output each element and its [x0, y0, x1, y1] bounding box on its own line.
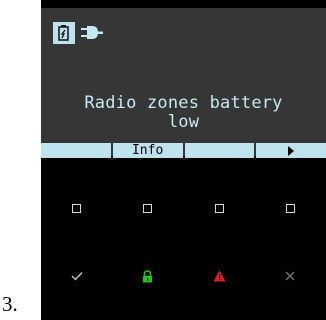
softkey-1[interactable] — [41, 143, 111, 158]
keypad-led-row — [41, 200, 326, 216]
lcd-screen: Radio zones battery low Info — [41, 8, 326, 158]
lock-icon — [143, 269, 153, 282]
softkey-info[interactable]: Info — [112, 143, 183, 158]
square-led-icon — [143, 203, 153, 213]
power-plug-icon — [79, 22, 105, 44]
square-led-icon — [285, 203, 295, 213]
warning-icon — [213, 270, 226, 282]
check-icon — [71, 272, 83, 281]
close-icon — [285, 271, 295, 281]
keypad-device: Radio zones battery low Info — [41, 0, 326, 320]
message-line-1: Radio zones battery — [84, 93, 283, 113]
square-led-icon — [214, 203, 224, 213]
square-led-icon — [72, 203, 82, 213]
device-battery-icon — [53, 22, 75, 44]
status-indicator-row — [41, 268, 326, 284]
softkey-bar: Info — [41, 143, 326, 158]
list-number: 3. — [2, 292, 18, 316]
arrow-right-icon — [288, 145, 295, 156]
softkey-3[interactable] — [184, 143, 255, 158]
message-line-2: low — [167, 112, 200, 132]
status-icon-bar — [53, 20, 105, 46]
softkey-next[interactable] — [256, 143, 326, 158]
